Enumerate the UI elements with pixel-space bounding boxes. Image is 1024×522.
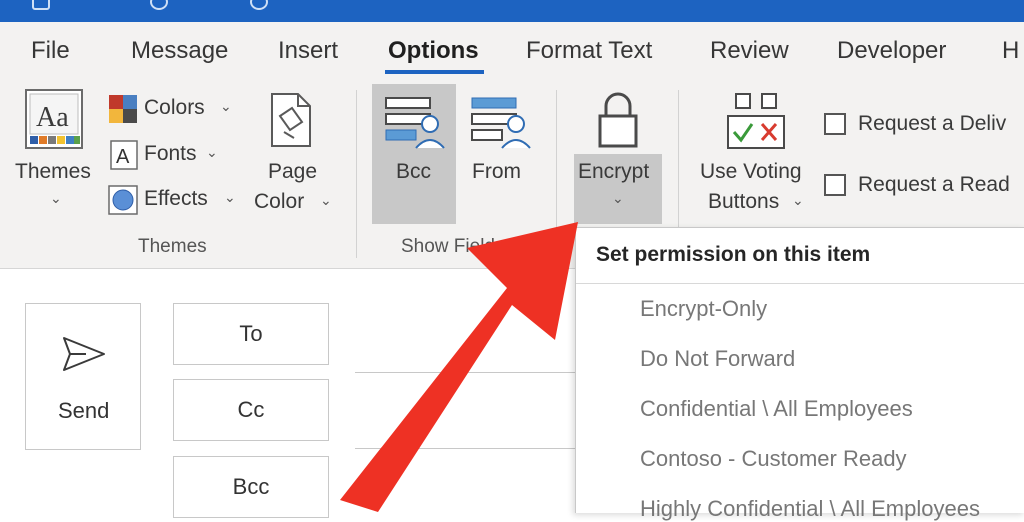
annotation-arrow [340, 222, 578, 512]
